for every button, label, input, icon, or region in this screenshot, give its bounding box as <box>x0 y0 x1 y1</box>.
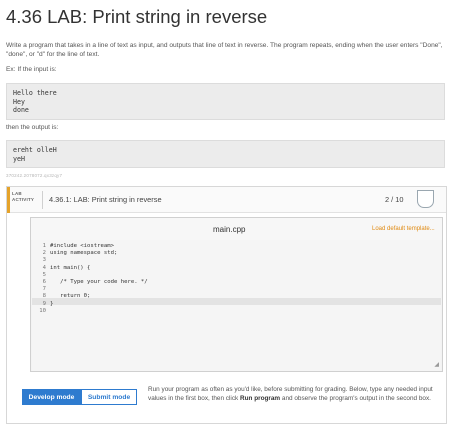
activity-name: 4.36.1: LAB: Print string in reverse <box>49 195 162 204</box>
activity-accent-bar <box>7 187 10 213</box>
lab-activity-tag: LAB ACTIVITY <box>12 191 34 203</box>
code-textarea[interactable]: 1 2 3 4 5 6 7 8 9 10 #include <iostream> using name… <box>32 240 441 371</box>
code-line: } <box>50 300 54 307</box>
line-number: 3 <box>42 257 46 264</box>
resize-handle-icon[interactable]: ◢ <box>434 361 439 368</box>
submit-mode-button[interactable]: Submit mode <box>81 389 137 405</box>
code-line: int main() { <box>50 264 91 271</box>
code-editor: main.cpp Load default template... 123456… <box>30 217 443 372</box>
lab-tag-line2: ACTIVITY <box>12 197 35 202</box>
content-hash: 370242.2078072.qx3zqy7 <box>6 173 63 178</box>
example-intro: Ex: If the input is: <box>6 66 57 73</box>
develop-mode-button[interactable]: Develop mode <box>22 389 81 405</box>
code-line: #include <iostream> <box>50 243 114 249</box>
then-output-text: then the output is: <box>6 124 59 131</box>
line-number: 8 <box>42 293 46 300</box>
score-text: 2 / 10 <box>385 195 404 204</box>
filename-label: main.cpp <box>213 225 246 234</box>
run-help-text: Run your program as often as you'd like,… <box>148 386 444 403</box>
line-number: 5 <box>42 271 46 278</box>
lab-activity-panel: LAB ACTIVITY 4.36.1: LAB: Print string i… <box>6 186 447 424</box>
line-number: 1 <box>42 243 46 249</box>
activity-header: LAB ACTIVITY 4.36.1: LAB: Print string i… <box>7 187 446 213</box>
line-number: 4 <box>42 264 46 271</box>
line-number: 9 <box>42 300 46 307</box>
load-default-template-link[interactable]: Load default template... <box>372 226 435 232</box>
example-output-box: ereht olleH yeH <box>6 140 445 168</box>
line-number: 7 <box>42 286 46 293</box>
code-line: /* Type your code here. */ <box>50 279 148 285</box>
tag-divider <box>42 191 43 209</box>
line-number: 10 <box>39 307 46 314</box>
line-number: 6 <box>42 279 46 285</box>
code-line: return 0; <box>50 293 91 300</box>
run-program-emphasis: Run program <box>240 394 281 402</box>
score-badge-icon <box>417 190 434 208</box>
problem-description: Write a program that takes in a line of … <box>6 42 443 58</box>
editor-toolbar: main.cpp Load default template... <box>31 218 442 240</box>
code-line: using namespace std; <box>50 250 118 257</box>
run-help-part2: and observe the program's output in the … <box>280 394 431 402</box>
active-line-highlight <box>32 298 441 305</box>
line-number: 2 <box>42 250 46 257</box>
example-input-box: Hello there Hey done <box>6 83 445 120</box>
page-title: 4.36 LAB: Print string in reverse <box>6 6 268 27</box>
